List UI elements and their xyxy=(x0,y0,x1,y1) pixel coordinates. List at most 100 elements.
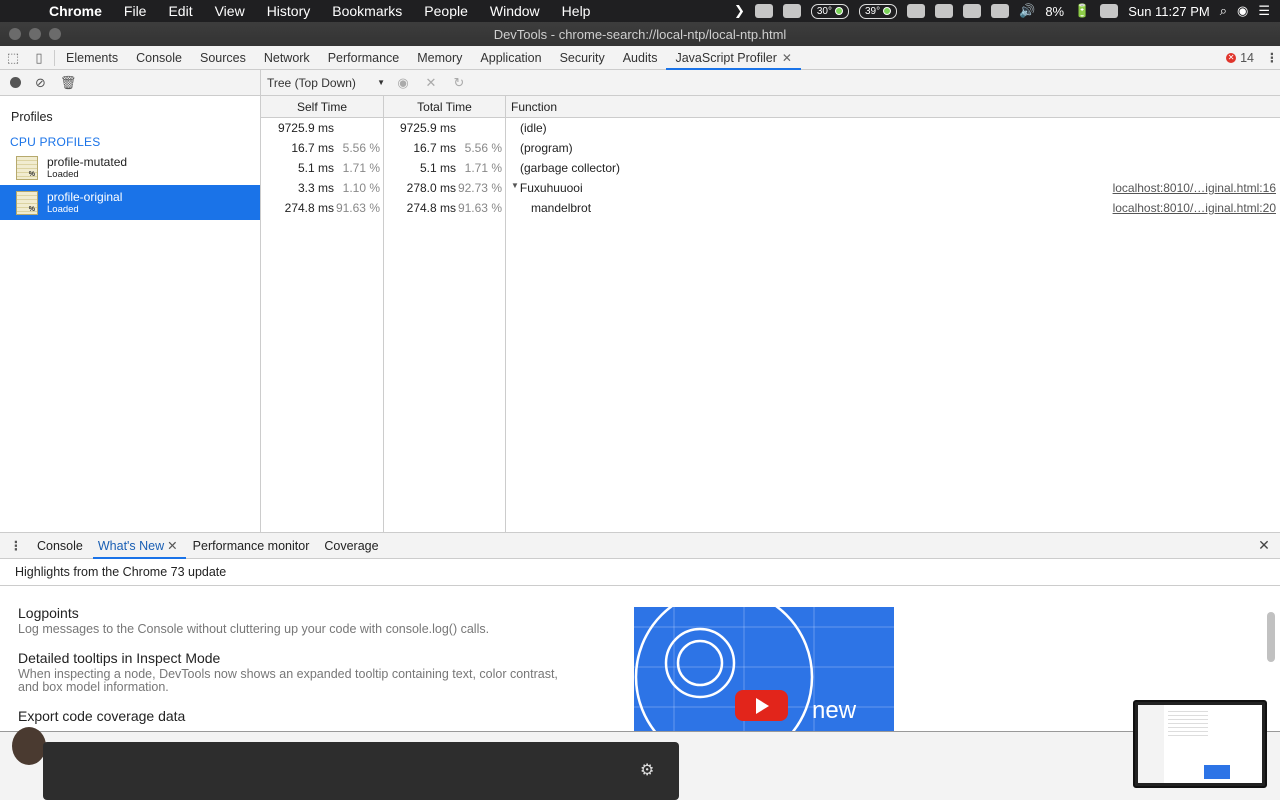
profile-name: profile-mutated xyxy=(47,154,128,169)
error-icon: ✕ xyxy=(1226,52,1237,63)
tab-sources[interactable]: Sources xyxy=(191,46,255,70)
profiles-heading[interactable]: Profiles xyxy=(0,96,260,132)
view-mode-select[interactable]: Tree (Top Down) ▼ xyxy=(267,76,389,90)
grid-header: Self Time Total Time Function xyxy=(261,96,1280,118)
item-title: Detailed tooltips in Inspect Mode xyxy=(18,650,221,666)
menu-file[interactable]: File xyxy=(113,3,158,19)
profile-file-icon xyxy=(16,190,38,215)
status-dot-icon xyxy=(835,7,843,15)
tab-security[interactable]: Security xyxy=(551,46,614,70)
docker-icon[interactable] xyxy=(907,4,926,18)
header-self-time[interactable]: Self Time xyxy=(261,96,384,117)
whats-new-item[interactable]: Detailed tooltips in Inspect Mode When i… xyxy=(18,650,558,694)
tab-elements[interactable]: Elements xyxy=(57,46,127,70)
function-name: (program) xyxy=(520,141,573,155)
inspect-element-icon[interactable]: ⬚ xyxy=(0,50,26,66)
menu-app[interactable]: Chrome xyxy=(38,3,113,19)
cpu-profiles-heading: CPU PROFILES xyxy=(10,135,101,149)
tab-javascript-profiler[interactable]: JavaScript Profiler ✕ xyxy=(666,46,801,70)
chevron-right-icon[interactable]: ❯ xyxy=(734,3,745,19)
devtools-window: DevTools - chrome-search://local-ntp/loc… xyxy=(0,22,1280,732)
battery-icon[interactable]: 🔋 xyxy=(1074,3,1090,19)
clock[interactable]: Sun 11:27 PM xyxy=(1128,4,1209,19)
scrollbar[interactable] xyxy=(1267,612,1275,662)
drawer-menu-icon[interactable]: ⋮ xyxy=(0,538,32,553)
cloud-icon[interactable] xyxy=(963,4,982,18)
source-link[interactable]: localhost:8010/…iginal.html:20 xyxy=(1113,201,1280,215)
header-total-time[interactable]: Total Time xyxy=(384,96,506,117)
whats-new-item[interactable]: Logpoints Log messages to the Console wi… xyxy=(18,605,558,636)
menu-bookmarks[interactable]: Bookmarks xyxy=(321,3,413,19)
temperature-badge[interactable]: 39° xyxy=(859,3,898,19)
status-area: ❯ 30° 39° 🔊 8% 🔋 Sun 11:27 PM ⌕ ◉ ☰ xyxy=(734,3,1280,19)
profile-grid: 9725.9 ms 9725.9 ms (idle) 16.7 ms 5.56 %… xyxy=(261,118,1280,532)
table-row[interactable]: 9725.9 ms 9725.9 ms (idle) xyxy=(261,118,1280,138)
video-caption: new xyxy=(812,697,857,724)
menu-history[interactable]: History xyxy=(256,3,322,19)
trash-icon[interactable]: 🗑 xyxy=(60,75,77,91)
tab-console[interactable]: Console xyxy=(127,46,191,70)
table-row[interactable]: 16.7 ms 5.56 % 16.7 ms 5.56 % (program) xyxy=(261,138,1280,158)
drawer-tab-performance-monitor[interactable]: Performance monitor xyxy=(188,533,318,559)
volume-icon[interactable]: 🔊 xyxy=(1019,3,1035,19)
whats-new-content: Logpoints Log messages to the Console wi… xyxy=(0,586,1280,731)
focus-eye-icon[interactable]: ◉ xyxy=(389,75,417,91)
gear-icon[interactable]: ⚙ xyxy=(640,760,654,780)
source-link[interactable]: localhost:8010/…iginal.html:16 xyxy=(1113,181,1280,195)
screenshot-thumbnail[interactable] xyxy=(1133,700,1267,788)
profile-status: Loaded xyxy=(47,168,79,180)
search-icon[interactable]: ⌕ xyxy=(1220,3,1227,19)
menu-people[interactable]: People xyxy=(413,3,479,19)
drawer-tabbar: ⋮ Console What's New ✕ Performance monito… xyxy=(0,532,1280,559)
table-row[interactable]: 274.8 ms 91.63 % 274.8 ms 91.63 % mandelbr… xyxy=(261,198,1280,218)
title-bar: DevTools - chrome-search://local-ntp/loc… xyxy=(0,22,1280,46)
flag-icon[interactable] xyxy=(1100,4,1119,18)
error-counter[interactable]: ✕ 14 xyxy=(1226,51,1264,65)
expand-triangle-icon[interactable]: ▼ xyxy=(511,181,519,195)
whats-new-header: Highlights from the Chrome 73 update xyxy=(0,559,1280,586)
profile-name: profile-original xyxy=(47,189,123,204)
function-name: (garbage collector) xyxy=(520,161,621,175)
status-app-icon[interactable] xyxy=(782,4,801,18)
tab-application[interactable]: Application xyxy=(471,46,550,70)
tab-network[interactable]: Network xyxy=(255,46,319,70)
header-function[interactable]: Function xyxy=(506,96,1280,117)
grid-icon[interactable] xyxy=(935,4,954,18)
status-app-icon[interactable] xyxy=(754,4,773,18)
profile-item-original[interactable]: profile-original Loaded xyxy=(0,185,260,220)
siri-icon[interactable]: ◉ xyxy=(1237,3,1248,19)
record-icon[interactable] xyxy=(10,77,21,88)
menu-edit[interactable]: Edit xyxy=(157,3,203,19)
menu-help[interactable]: Help xyxy=(551,3,602,19)
profile-item-mutated[interactable]: profile-mutated Loaded xyxy=(0,150,260,185)
column-divider xyxy=(505,118,506,532)
menu-view[interactable]: View xyxy=(204,3,256,19)
whats-new-item[interactable]: Export code coverage data xyxy=(18,708,558,724)
table-row[interactable]: 3.3 ms 1.10 % 278.0 ms 92.73 % ▼ Fuxuhuuooi… xyxy=(261,178,1280,198)
tab-memory[interactable]: Memory xyxy=(408,46,471,70)
more-options-icon[interactable]: ⋮ xyxy=(1264,50,1280,65)
temperature-badge[interactable]: 30° xyxy=(810,3,849,19)
notification-center-icon[interactable]: ☰ xyxy=(1258,3,1270,19)
device-toolbar-icon[interactable]: ▯ xyxy=(26,50,52,66)
menu-window[interactable]: Window xyxy=(479,3,551,19)
profiles-list: Profiles CPU PROFILES profile-mutated Lo… xyxy=(0,96,260,532)
close-tab-icon[interactable]: ✕ xyxy=(782,51,792,65)
close-tab-icon[interactable]: ✕ xyxy=(167,539,177,553)
drawer-tab-coverage[interactable]: Coverage xyxy=(319,533,386,559)
drawer-tab-console[interactable]: Console xyxy=(32,533,91,559)
restore-icon[interactable]: ↻ xyxy=(445,75,473,91)
battery-percent[interactable]: 8% xyxy=(1045,4,1064,19)
tab-audits[interactable]: Audits xyxy=(614,46,667,70)
close-drawer-icon[interactable]: ✕ xyxy=(1248,537,1280,554)
tab-performance[interactable]: Performance xyxy=(319,46,409,70)
item-description: When inspecting a node, DevTools now sho… xyxy=(18,667,558,694)
drawer-tab-whats-new[interactable]: What's New ✕ xyxy=(92,533,186,559)
youtube-play-icon[interactable] xyxy=(735,690,788,721)
table-row[interactable]: 5.1 ms 1.71 % 5.1 ms 1.71 % (garbage colle… xyxy=(261,158,1280,178)
exclude-icon[interactable]: ✕ xyxy=(417,75,445,91)
function-name: (idle) xyxy=(520,121,547,135)
airplay-icon[interactable] xyxy=(991,4,1010,18)
video-thumbnail[interactable]: new xyxy=(634,607,894,731)
clear-icon[interactable]: ⊘ xyxy=(35,75,46,91)
